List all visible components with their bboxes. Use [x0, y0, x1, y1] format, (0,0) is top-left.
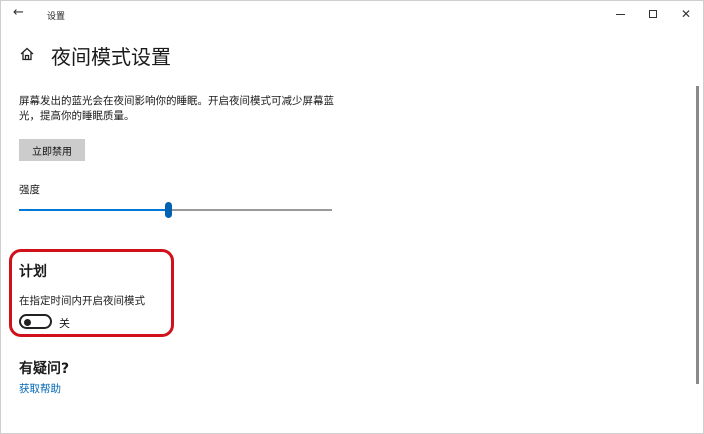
- minimize-button[interactable]: [605, 3, 635, 25]
- slider-track-remaining: [169, 209, 332, 211]
- get-help-link[interactable]: 获取帮助: [19, 381, 61, 396]
- maximize-button[interactable]: [638, 3, 668, 25]
- settings-window: ← 设置 ✕ 夜间模式设置 屏幕发出的蓝光会在夜间影响你的睡眠。开启夜间模式可减…: [0, 0, 704, 434]
- title-bar: ← 设置 ✕: [1, 1, 703, 29]
- slider-thumb[interactable]: [165, 202, 172, 218]
- disable-now-button[interactable]: 立即禁用: [19, 139, 85, 161]
- minimize-icon: [615, 13, 625, 15]
- toggle-state-label: 关: [59, 317, 70, 330]
- strength-label: 强度: [19, 184, 40, 196]
- strength-slider[interactable]: [19, 199, 332, 221]
- schedule-description: 在指定时间内开启夜间模式: [19, 295, 145, 307]
- scrollbar[interactable]: [696, 86, 699, 384]
- close-icon: ✕: [680, 7, 692, 21]
- app-title: 设置: [47, 12, 66, 22]
- toggle-knob: [24, 318, 31, 326]
- slider-track-filled: [19, 209, 169, 211]
- page-title: 夜间模式设置: [51, 45, 171, 69]
- home-icon[interactable]: [19, 46, 35, 62]
- schedule-toggle[interactable]: [19, 314, 52, 329]
- maximize-icon: [649, 10, 657, 18]
- close-button[interactable]: ✕: [671, 3, 701, 25]
- back-arrow-icon[interactable]: ←: [13, 5, 24, 20]
- schedule-title: 计划: [19, 264, 47, 280]
- description-text: 屏幕发出的蓝光会在夜间影响你的睡眠。开启夜间模式可减少屏幕蓝光，提高你的睡眠质量…: [19, 95, 334, 122]
- faq-title: 有疑问?: [19, 361, 70, 377]
